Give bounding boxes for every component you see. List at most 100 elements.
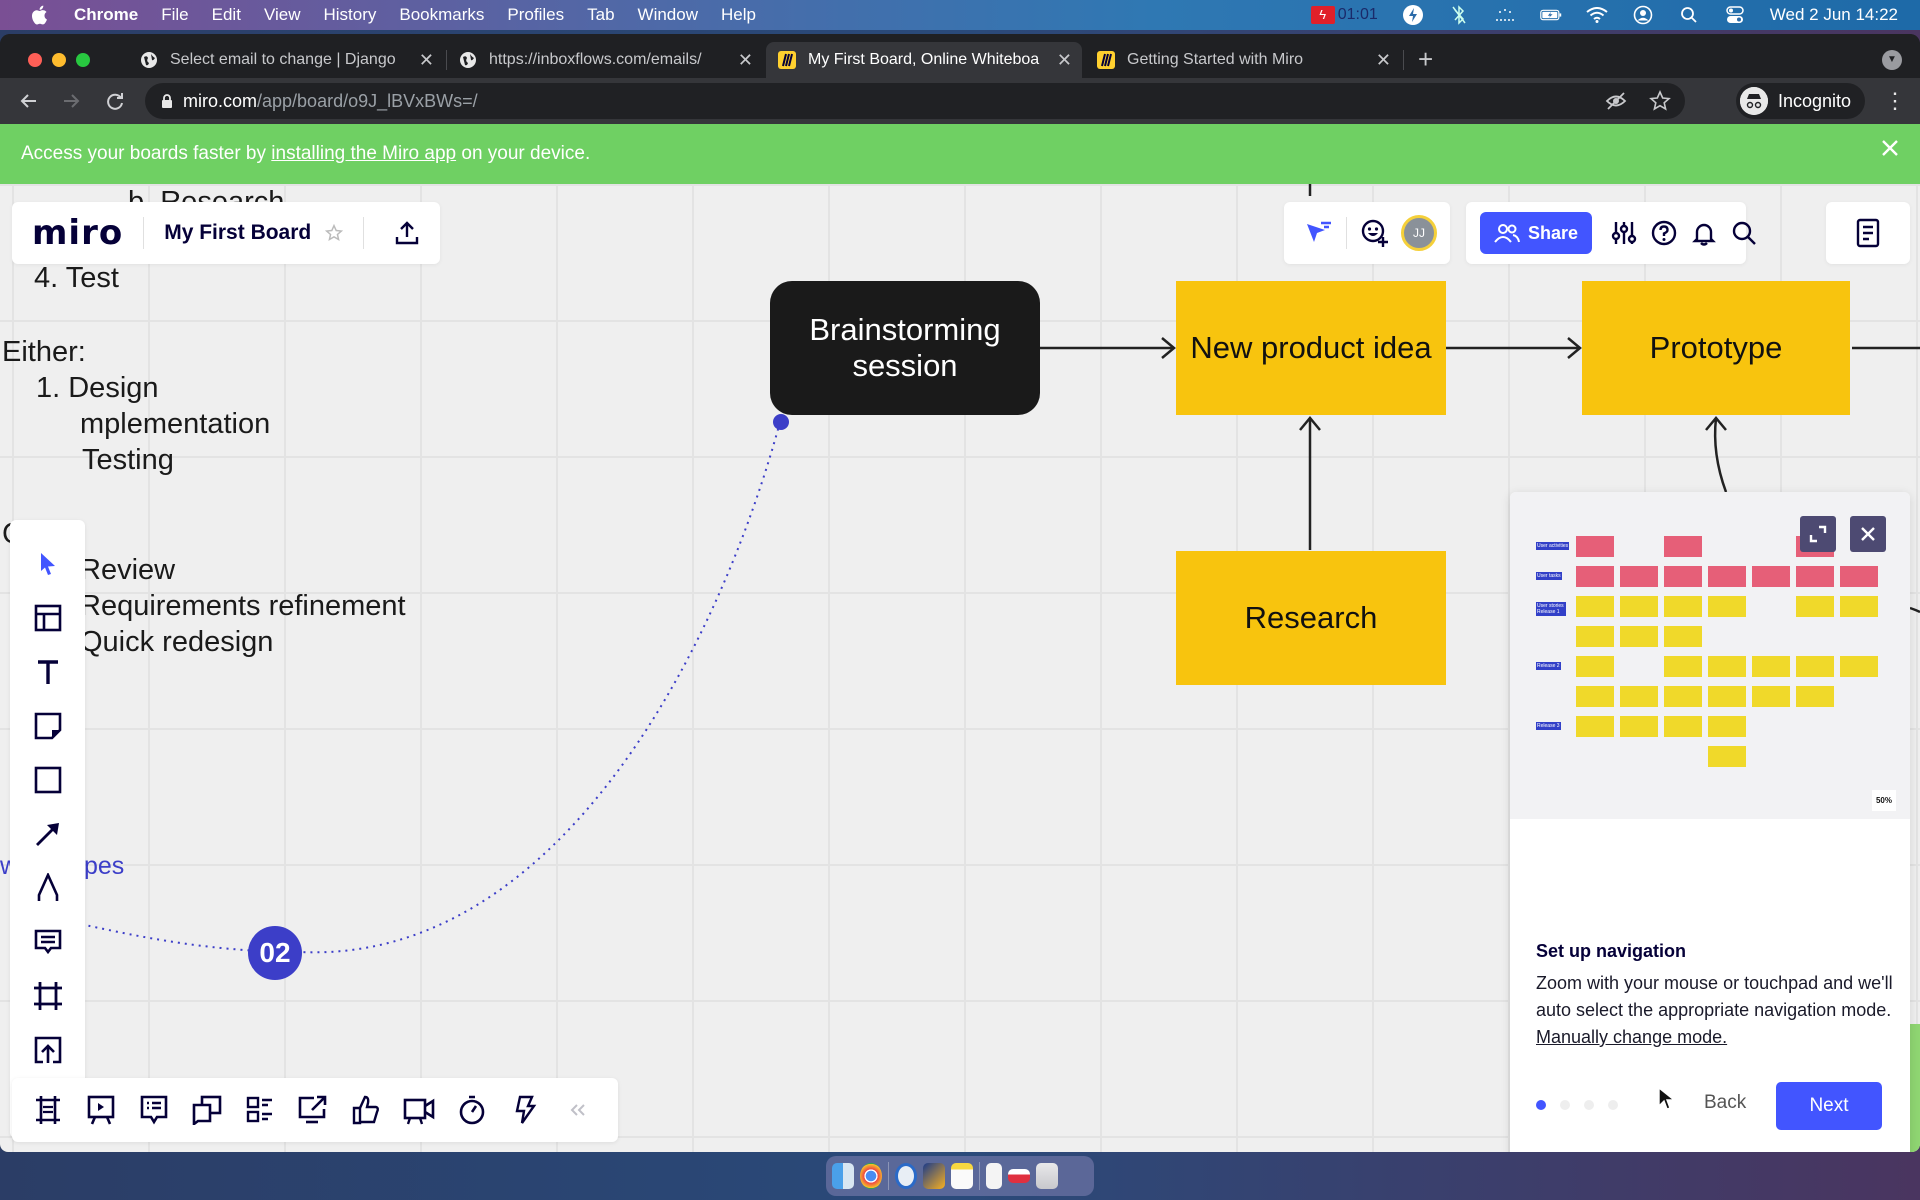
tab-search-button[interactable]: ▼ [1882, 50, 1902, 70]
menu-view[interactable]: View [264, 5, 301, 25]
connection-line-tool[interactable] [28, 814, 68, 854]
miro-logo[interactable]: miro [32, 213, 123, 253]
control-center-icon[interactable] [1724, 4, 1746, 26]
menu-window[interactable]: Window [638, 5, 698, 25]
reload-button[interactable] [100, 86, 130, 116]
board-list-icon[interactable] [1848, 213, 1888, 253]
node-new-product-idea[interactable]: New product idea [1176, 281, 1446, 415]
close-banner-icon[interactable] [1880, 138, 1900, 158]
install-app-link[interactable]: installing the Miro app [271, 143, 456, 164]
menu-file[interactable]: File [161, 5, 188, 25]
back-button[interactable]: Back [1696, 1088, 1754, 1118]
close-tab-icon[interactable]: ✕ [1376, 50, 1391, 71]
screen-recorder[interactable]: ϟ 01:01 [1310, 6, 1378, 24]
notes-icon[interactable] [951, 1163, 973, 1189]
chrome-menu-icon[interactable]: ⋮ [1884, 88, 1906, 114]
cursor-filter-icon[interactable] [1298, 213, 1338, 253]
upload-tool[interactable] [28, 1030, 68, 1070]
collapse-toolbar-button[interactable] [558, 1090, 598, 1130]
minimize-window-button[interactable] [52, 53, 66, 67]
notifications-bell-icon[interactable] [1690, 213, 1718, 253]
step-badge[interactable]: 02 [248, 926, 302, 980]
cards-button[interactable] [187, 1090, 227, 1130]
close-tab-icon[interactable]: ✕ [419, 50, 434, 71]
preview-sticky-note [1664, 686, 1702, 707]
lightning-icon[interactable] [1402, 4, 1424, 26]
document-icon[interactable] [986, 1163, 1002, 1189]
node-brainstorming[interactable]: Brainstorming session [770, 281, 1040, 415]
frame-tool[interactable] [28, 976, 68, 1016]
back-button[interactable] [14, 86, 44, 116]
templates-tool[interactable] [28, 598, 68, 638]
presentation-button[interactable] [81, 1090, 121, 1130]
tracking-protection-icon[interactable] [1605, 90, 1627, 112]
chrome-app-icon[interactable] [860, 1163, 882, 1189]
maximize-window-button[interactable] [76, 53, 90, 67]
help-icon[interactable] [1650, 213, 1678, 253]
user-avatar[interactable]: JJ [1401, 215, 1437, 251]
tab-inboxflows[interactable]: https://inboxflows.com/emails/ ✕ [447, 42, 763, 78]
password-manager-icon[interactable] [895, 1163, 917, 1189]
node-research[interactable]: Research [1176, 551, 1446, 685]
navigation-onboarding-card: User activities User tasks User stories … [1510, 492, 1910, 1152]
lightning-app-icon[interactable] [923, 1163, 945, 1189]
forward-button[interactable] [56, 86, 86, 116]
next-button[interactable]: Next [1776, 1082, 1882, 1130]
expand-preview-button[interactable] [1800, 516, 1836, 552]
select-tool[interactable] [28, 544, 68, 584]
video-chat-button[interactable] [399, 1090, 439, 1130]
lock-icon[interactable] [161, 93, 173, 109]
close-tab-icon[interactable]: ✕ [1057, 50, 1072, 71]
display-icon[interactable] [1494, 4, 1516, 26]
share-button[interactable]: Share [1480, 212, 1593, 254]
tab-django[interactable]: Select email to change | Django ✕ [128, 42, 444, 78]
incognito-profile-button[interactable]: Incognito [1736, 83, 1866, 119]
pen-tool[interactable] [28, 868, 68, 908]
text-tool[interactable] [28, 652, 68, 692]
comments-button[interactable] [134, 1090, 174, 1130]
close-card-button[interactable] [1850, 516, 1886, 552]
tab-my-first-board[interactable]: My First Board, Online Whiteboard ✕ [766, 42, 1082, 78]
timer-button[interactable] [452, 1090, 492, 1130]
voting-button[interactable] [346, 1090, 386, 1130]
lightning-apps-button[interactable] [505, 1090, 545, 1130]
search-icon[interactable] [1730, 213, 1758, 253]
screenshot-icon[interactable] [1008, 1169, 1030, 1183]
shape-tool[interactable] [28, 760, 68, 800]
export-icon[interactable] [394, 220, 420, 246]
manually-change-mode-link[interactable]: Manually change mode. [1536, 1024, 1896, 1051]
bluetooth-off-icon[interactable] [1448, 4, 1470, 26]
menu-history[interactable]: History [323, 5, 376, 25]
expand-icon [1809, 525, 1827, 543]
apple-icon[interactable] [30, 5, 48, 25]
bookmark-star-icon[interactable] [1649, 90, 1671, 112]
close-window-button[interactable] [28, 53, 42, 67]
frames-button[interactable] [28, 1090, 68, 1130]
close-tab-icon[interactable]: ✕ [738, 50, 753, 71]
trash-icon[interactable] [1036, 1163, 1058, 1189]
tab-getting-started[interactable]: Getting Started with Miro ✕ [1085, 42, 1401, 78]
comment-tool[interactable] [28, 922, 68, 962]
address-bar[interactable]: miro.com /app/board/o9J_lBVxBWs=/ [145, 83, 1685, 119]
menu-bookmarks[interactable]: Bookmarks [399, 5, 484, 25]
settings-sliders-icon[interactable] [1610, 213, 1638, 253]
battery-icon[interactable] [1539, 4, 1562, 26]
menu-help[interactable]: Help [721, 5, 756, 25]
wifi-icon[interactable] [1586, 4, 1608, 26]
menubar-datetime[interactable]: Wed 2 Jun 14:22 [1770, 5, 1898, 25]
add-reaction-icon[interactable] [1355, 213, 1395, 253]
new-tab-button[interactable]: + [1418, 44, 1433, 75]
screen-share-button[interactable] [293, 1090, 333, 1130]
spotlight-search-icon[interactable] [1678, 4, 1700, 26]
sticky-note-tool[interactable] [28, 706, 68, 746]
finder-icon[interactable] [832, 1163, 854, 1189]
user-account-icon[interactable] [1632, 4, 1654, 26]
menu-tab[interactable]: Tab [587, 5, 614, 25]
star-icon[interactable] [325, 224, 344, 242]
board-name[interactable]: My First Board [164, 221, 311, 245]
menu-chrome[interactable]: Chrome [74, 5, 138, 25]
menu-profiles[interactable]: Profiles [507, 5, 564, 25]
node-prototype[interactable]: Prototype [1582, 281, 1850, 415]
menu-edit[interactable]: Edit [212, 5, 241, 25]
kanban-button[interactable] [240, 1090, 280, 1130]
